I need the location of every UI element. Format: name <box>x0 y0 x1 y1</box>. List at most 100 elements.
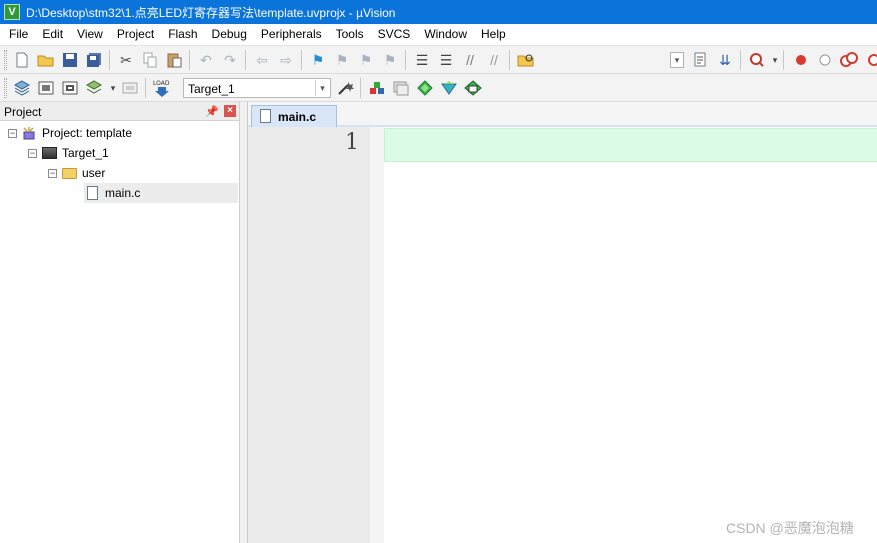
chevron-down-icon[interactable]: ▾ <box>315 80 329 96</box>
save-icon[interactable] <box>61 51 79 69</box>
menu-debug[interactable]: Debug <box>205 24 254 45</box>
incremental-find-icon[interactable] <box>692 51 710 69</box>
disable-breakpoint-icon[interactable] <box>816 51 834 69</box>
kill-breakpoints-icon[interactable] <box>840 51 858 69</box>
unindent-icon[interactable]: ☰ <box>437 51 455 69</box>
menu-edit[interactable]: Edit <box>35 24 70 45</box>
tree-item-file[interactable]: main.c <box>84 183 238 203</box>
menu-flash[interactable]: Flash <box>161 24 204 45</box>
tree-label-project: Project: template <box>42 126 133 140</box>
redo-icon[interactable]: ↷ <box>221 51 239 69</box>
breakpoint-window-icon[interactable] <box>864 51 877 69</box>
standard-toolbar: ✂ ↶ ↷ ⇦ ⇨ ⚑ ⚑ ⚑ ⚑ ☰ ☰ // // ▾ ⇊ ▾ <box>0 45 877 74</box>
tree-item-project[interactable]: − Project: template <box>8 123 132 143</box>
target-select[interactable]: Target_1 ▾ <box>183 78 331 98</box>
cut-icon[interactable]: ✂ <box>117 51 135 69</box>
menu-help[interactable]: Help <box>474 24 513 45</box>
c-file-icon <box>84 186 100 200</box>
uvision-app-icon: V <box>4 4 20 20</box>
title-bar: V D:\Desktop\stm32\1.点亮LED灯寄存器写法\templat… <box>0 0 877 24</box>
toolbar-separator <box>783 50 784 70</box>
toolbar-grip[interactable] <box>4 78 7 98</box>
open-folder-icon[interactable] <box>37 51 55 69</box>
pack-installer-icon[interactable] <box>464 79 482 97</box>
toolbar-separator <box>360 78 361 98</box>
save-all-icon[interactable] <box>85 51 103 69</box>
line-number: 1 <box>345 130 359 155</box>
file-extensions-icon[interactable] <box>392 79 410 97</box>
download-load-icon[interactable]: LOAD <box>153 79 171 97</box>
bookmark-icon[interactable]: ⚑ <box>309 51 327 69</box>
navigate-back-icon[interactable]: ⇦ <box>253 51 271 69</box>
menu-svcs[interactable]: SVCS <box>371 24 418 45</box>
manage-project-items-icon[interactable] <box>368 79 386 97</box>
tree-label-target: Target_1 <box>62 146 109 160</box>
stop-build-icon[interactable] <box>121 79 139 97</box>
fold-margin[interactable] <box>370 127 384 543</box>
prev-bookmark-icon[interactable]: ⚑ <box>333 51 351 69</box>
translate-icon[interactable] <box>13 79 31 97</box>
next-bookmark-icon[interactable]: ⚑ <box>357 51 375 69</box>
folder-icon <box>61 166 77 180</box>
editor-tabstrip: main.c <box>248 102 877 127</box>
pin-icon[interactable]: 📌 <box>205 105 219 118</box>
menu-view[interactable]: View <box>70 24 110 45</box>
breakpoint-icon[interactable] <box>792 51 810 69</box>
find-next-icon[interactable]: ⇊ <box>716 51 734 69</box>
watermark: CSDN @恶魔泡泡糖 <box>726 520 854 536</box>
project-icon <box>21 126 37 140</box>
tree-item-target[interactable]: − Target_1 <box>28 143 109 163</box>
toolbar-separator <box>189 50 190 70</box>
tree-label-file: main.c <box>105 186 141 200</box>
chevron-down-icon[interactable]: ▾ <box>104 79 122 97</box>
panel-splitter[interactable] <box>240 102 248 543</box>
toolbar-separator <box>740 50 741 70</box>
close-icon[interactable]: × <box>224 105 236 117</box>
paste-icon[interactable] <box>165 51 183 69</box>
rebuild-icon[interactable] <box>61 79 79 97</box>
undo-icon[interactable]: ↶ <box>197 51 215 69</box>
toolbar-separator <box>245 50 246 70</box>
tree-label-group: user <box>82 166 106 180</box>
find-in-files-icon[interactable] <box>517 51 535 69</box>
menu-peripherals[interactable]: Peripherals <box>254 24 329 45</box>
c-file-icon <box>260 109 271 123</box>
toolbar-separator <box>405 50 406 70</box>
target-chip-icon <box>41 146 57 160</box>
select-packs-icon[interactable] <box>416 79 434 97</box>
collapse-icon[interactable]: − <box>8 128 17 138</box>
toolbar-separator <box>509 50 510 70</box>
find-dropdown[interactable]: ▾ <box>670 52 684 68</box>
clear-bookmarks-icon[interactable]: ⚑ <box>381 51 399 69</box>
navigate-forward-icon[interactable]: ⇨ <box>277 51 295 69</box>
toolbar-grip[interactable] <box>4 50 7 70</box>
chevron-down-icon[interactable]: ▾ <box>766 51 784 69</box>
batch-build-icon[interactable] <box>85 79 103 97</box>
line-number-gutter <box>248 127 370 543</box>
collapse-icon[interactable]: − <box>28 148 37 158</box>
collapse-icon[interactable]: − <box>48 168 57 178</box>
debug-zoom-icon[interactable] <box>748 51 766 69</box>
indent-icon[interactable]: ☰ <box>413 51 431 69</box>
new-file-icon[interactable] <box>13 51 31 69</box>
menu-file[interactable]: File <box>2 24 35 45</box>
current-line-highlight[interactable] <box>384 128 877 162</box>
copy-icon[interactable] <box>141 51 159 69</box>
code-editor[interactable] <box>384 127 877 543</box>
tab-main-c[interactable]: main.c <box>251 105 337 127</box>
comment-icon[interactable]: // <box>461 51 479 69</box>
menu-window[interactable]: Window <box>417 24 474 45</box>
target-options-icon[interactable] <box>337 79 355 97</box>
uncomment-icon[interactable]: // <box>485 51 503 69</box>
window-title: D:\Desktop\stm32\1.点亮LED灯寄存器写法\template.… <box>26 5 396 20</box>
tab-label: main.c <box>278 109 317 124</box>
project-panel-header: Project 📌 × <box>0 102 239 121</box>
menu-tools[interactable]: Tools <box>329 24 371 45</box>
build-icon[interactable] <box>37 79 55 97</box>
menu-project[interactable]: Project <box>110 24 161 45</box>
toolbar-separator <box>301 50 302 70</box>
project-panel: Project 📌 × − Project: template − Target… <box>0 102 240 543</box>
project-panel-title: Project <box>4 105 42 119</box>
tree-item-group[interactable]: − user <box>48 163 105 183</box>
manage-rte-icon[interactable] <box>440 79 458 97</box>
